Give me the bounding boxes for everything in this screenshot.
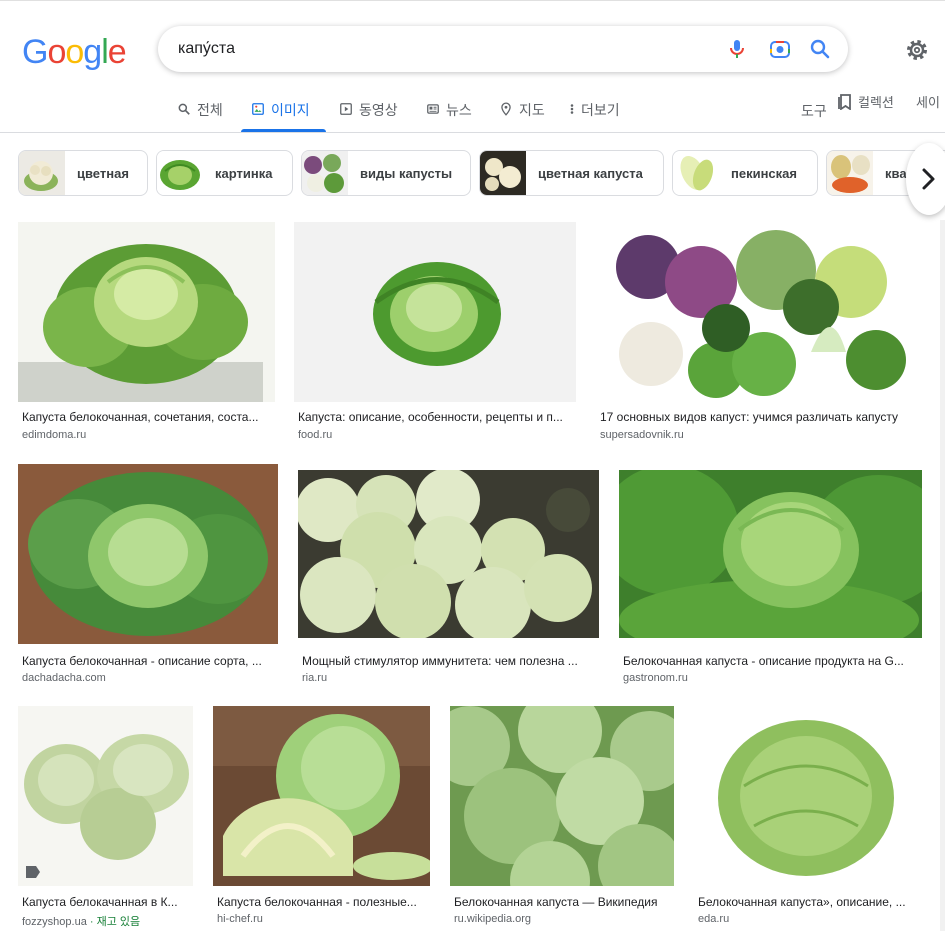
- video-icon: [340, 103, 352, 115]
- tab-label: 더보기: [581, 102, 620, 118]
- tab-news[interactable]: 뉴스: [426, 92, 486, 132]
- tab-videos[interactable]: 동영상: [339, 92, 411, 132]
- result-image[interactable]: [18, 222, 275, 402]
- collections-button[interactable]: 컬렉션: [838, 92, 894, 111]
- tab-label: 뉴스: [446, 102, 472, 118]
- tab-label: 전체: [197, 102, 223, 118]
- related-chips: цветная картинка виды капусты цветная ка…: [18, 150, 945, 198]
- logo-letter: e: [107, 33, 127, 71]
- result-source[interactable]: ria.ru: [302, 672, 327, 684]
- chip-peking[interactable]: пекинская: [672, 150, 818, 196]
- search-icon: [178, 103, 190, 115]
- mic-icon[interactable]: [725, 37, 749, 61]
- search-box[interactable]: капу́ста: [158, 26, 848, 72]
- news-icon: [427, 104, 439, 114]
- chip-picture[interactable]: картинка: [156, 150, 293, 196]
- result-title[interactable]: Белокочанная капуста — Википедия: [454, 895, 674, 909]
- scrollbar[interactable]: [940, 220, 945, 931]
- result-title[interactable]: Капуста белокочанная - полезные...: [217, 895, 429, 909]
- chip-label: виды капусты: [360, 165, 453, 181]
- result-source[interactable]: dachadacha.com: [22, 672, 106, 684]
- result-source[interactable]: supersadovnik.ru: [600, 429, 684, 441]
- image-result[interactable]: Мощный стимулятор иммунитета: чем полезн…: [298, 470, 599, 686]
- chip-label: цветная капуста: [538, 165, 643, 181]
- image-result[interactable]: Белокочанная капуста», описание, ... eda…: [694, 706, 922, 931]
- tools-button[interactable]: 도구: [801, 101, 827, 121]
- logo-letter: g: [83, 33, 102, 71]
- image-icon: [252, 103, 264, 115]
- tab-label: 지도: [519, 102, 545, 118]
- search-input[interactable]: капу́ста: [178, 40, 235, 58]
- result-source[interactable]: gastronom.ru: [623, 672, 688, 684]
- chip-thumbnail: [673, 151, 719, 195]
- map-pin-icon: [501, 102, 511, 116]
- result-image[interactable]: [213, 706, 430, 886]
- image-result[interactable]: 17 основных видов капуст: учимся различа…: [596, 222, 922, 444]
- result-title[interactable]: Белокочанная капуста», описание, ...: [698, 895, 920, 909]
- tab-label: 동영상: [359, 102, 398, 118]
- tab-more[interactable]: 더보기: [569, 92, 639, 132]
- result-source[interactable]: ru.wikipedia.org: [454, 913, 531, 925]
- result-image[interactable]: [18, 464, 278, 644]
- search-icon[interactable]: [808, 37, 832, 61]
- result-source[interactable]: hi-chef.ru: [217, 913, 263, 925]
- chevron-right-icon: [922, 168, 935, 190]
- result-image[interactable]: [619, 470, 922, 638]
- result-source[interactable]: fozzyshop.ua · 재고 있음: [22, 913, 140, 929]
- result-image[interactable]: [18, 706, 193, 886]
- tab-label: 이미지: [271, 102, 310, 118]
- google-logo[interactable]: Google: [22, 32, 127, 72]
- result-image[interactable]: [596, 222, 922, 402]
- chip-thumbnail: [302, 151, 348, 195]
- chip-thumbnail: [19, 151, 65, 195]
- image-result[interactable]: Капуста белокочанная - описание сорта, .…: [18, 464, 278, 686]
- result-source[interactable]: eda.ru: [698, 913, 729, 925]
- camera-icon[interactable]: [768, 37, 792, 61]
- image-result[interactable]: Капуста: описание, особенности, рецепты …: [294, 222, 576, 444]
- image-result[interactable]: Капуста белокочанная, сочетания, соста..…: [18, 222, 275, 444]
- image-result[interactable]: Белокочанная капуста - описание продукта…: [619, 470, 922, 686]
- chip-thumbnail: [480, 151, 526, 195]
- chip-thumbnail: [157, 151, 203, 195]
- result-image[interactable]: [450, 706, 674, 886]
- chip-cabbage-types[interactable]: виды капусты: [301, 150, 471, 196]
- tab-images[interactable]: 이미지: [241, 92, 326, 132]
- gear-icon[interactable]: [905, 38, 929, 62]
- in-stock-badge: · 재고 있음: [86, 916, 141, 928]
- result-title[interactable]: Капуста белокочанная - описание сорта, .…: [22, 654, 276, 668]
- source-name: fozzyshop.ua: [22, 916, 87, 928]
- tab-all[interactable]: 전체: [177, 92, 235, 132]
- result-title[interactable]: Мощный стимулятор иммунитета: чем полезн…: [302, 654, 597, 668]
- chip-cauliflower-color[interactable]: цветная: [18, 150, 148, 196]
- result-title[interactable]: Капуста белокачанная в К...: [22, 895, 192, 909]
- chip-label: пекинская: [731, 165, 797, 181]
- result-image[interactable]: [294, 222, 576, 402]
- image-result[interactable]: Капуста белокочанная - полезные... hi-ch…: [213, 706, 430, 931]
- chip-scroll-next-button[interactable]: [906, 143, 945, 215]
- result-title[interactable]: Капуста белокочанная, сочетания, соста..…: [22, 410, 272, 424]
- logo-letter: G: [22, 33, 48, 71]
- result-title[interactable]: Капуста: описание, особенности, рецепты …: [298, 410, 574, 424]
- result-source[interactable]: food.ru: [298, 429, 332, 441]
- result-title[interactable]: 17 основных видов капуст: учимся различа…: [600, 410, 922, 424]
- result-source[interactable]: edimdoma.ru: [22, 429, 86, 441]
- image-watermark: [38, 382, 41, 392]
- result-title[interactable]: Белокочанная капуста - описание продукта…: [623, 654, 915, 668]
- more-icon: [570, 104, 574, 114]
- chip-thumbnail: [827, 151, 873, 195]
- image-result[interactable]: Капуста белокачанная в К... fozzyshop.ua…: [18, 706, 193, 931]
- collections-label: 컬렉션: [858, 95, 894, 110]
- chip-label: цветная: [77, 165, 129, 181]
- logo-letter: o: [47, 33, 66, 71]
- safesearch-button[interactable]: 세이: [916, 92, 940, 111]
- chip-cauliflower[interactable]: цветная капуста: [479, 150, 664, 196]
- image-result[interactable]: Белокочанная капуста — Википедия ru.wiki…: [450, 706, 674, 931]
- tab-maps[interactable]: 지도: [499, 92, 559, 132]
- logo-letter: o: [65, 33, 84, 71]
- bookmark-icon: [838, 93, 851, 110]
- chip-label: картинка: [215, 165, 273, 181]
- result-image[interactable]: [298, 470, 599, 638]
- result-image[interactable]: [694, 706, 922, 886]
